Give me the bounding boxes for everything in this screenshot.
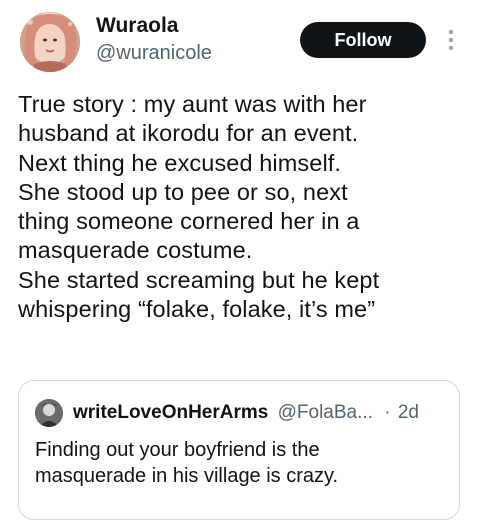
quoted-avatar-photo-icon xyxy=(35,399,63,427)
author-avatar[interactable] xyxy=(20,12,80,72)
quoted-tweet-header: writeLoveOnHerArms @FolaBa... · 2d xyxy=(73,401,419,425)
tweet-text: True story : my aunt was with her husban… xyxy=(18,91,380,323)
follow-button[interactable]: Follow xyxy=(300,22,426,58)
author-handle[interactable]: @wuranicole xyxy=(96,40,212,66)
quoted-author-avatar[interactable] xyxy=(35,399,63,427)
quoted-tweet-text: Finding out your boyfriend is the masque… xyxy=(35,439,339,487)
avatar-photo-icon xyxy=(20,12,80,72)
tweet-card: Wuraola @wuranicole Follow True story : … xyxy=(0,0,479,520)
quoted-tweet[interactable]: writeLoveOnHerArms @FolaBa... · 2d Findi… xyxy=(18,380,460,520)
quoted-handle[interactable]: @FolaBa... xyxy=(278,402,373,423)
quoted-timestamp[interactable]: 2d xyxy=(398,402,419,423)
author-name-block: Wuraola @wuranicole xyxy=(96,14,212,66)
more-vertical-icon[interactable] xyxy=(446,28,456,52)
quoted-separator: · xyxy=(384,402,391,423)
quoted-display-name[interactable]: writeLoveOnHerArms xyxy=(73,402,268,423)
author-display-name[interactable]: Wuraola xyxy=(96,14,212,38)
